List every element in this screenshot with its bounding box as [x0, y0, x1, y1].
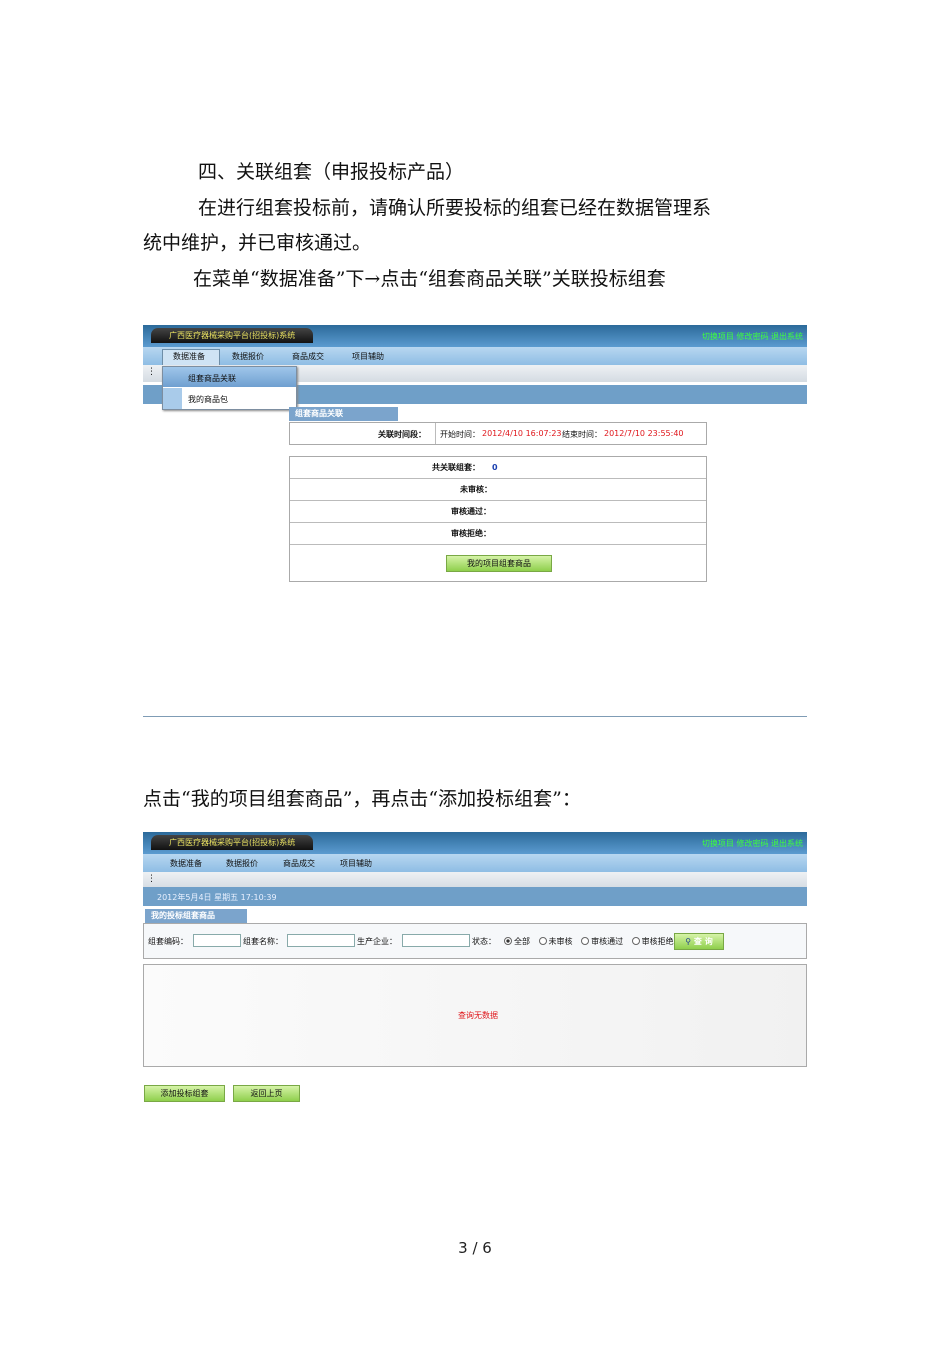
panel-title: 组套商品关联: [289, 407, 398, 421]
back-button[interactable]: 返回上页: [233, 1085, 300, 1102]
paragraph-line: 在进行组套投标前，请确认所要投标的组套已经在数据管理系: [198, 197, 712, 219]
stat-rejected-row: 审核拒绝：: [290, 523, 706, 545]
main-menu: 数据准备 数据报价 商品成交 项目辅助: [143, 854, 807, 872]
menu-deal[interactable]: 商品成交: [292, 351, 324, 362]
status-bar: 2012年5月4日 星期五 17:10:39: [143, 887, 807, 906]
radio-pending[interactable]: [538, 937, 547, 945]
query-button[interactable]: ⚲ 查 询: [674, 933, 724, 950]
paragraph-line: 点击“我的项目组套商品”，再点击“添加投标组套”：: [143, 788, 581, 810]
dropdown-item-package[interactable]: 我的商品包: [163, 388, 296, 409]
paragraph-line: 统中维护，并已审核通过。: [143, 232, 372, 254]
menu-data-quote[interactable]: 数据报价: [226, 858, 258, 869]
time-range-box: 关联时间段： 开始时间： 2012/4/10 16:07:23 结束时间： 20…: [289, 422, 707, 445]
search-icon: ⚲: [685, 937, 692, 946]
page-number: 3 / 6: [458, 1239, 492, 1257]
menu-assist[interactable]: 项目辅助: [352, 351, 384, 362]
my-project-package-button[interactable]: 我的项目组套商品: [446, 555, 552, 572]
start-label: 开始时间：: [440, 430, 480, 439]
menu-deal[interactable]: 商品成交: [283, 858, 315, 869]
divider: [143, 716, 807, 717]
end-label: 结束时间：: [562, 430, 602, 439]
panel-title: 我的投标组套商品: [145, 909, 247, 923]
app-header: 广西医疗器械采购平台(招投标)系统 切换项目 修改密码 退出系统: [143, 832, 807, 854]
empty-message: 查询无数据: [458, 1011, 498, 1020]
menu-data-prep[interactable]: 数据准备: [173, 351, 205, 362]
maker-input[interactable]: [402, 934, 470, 947]
time-range-label: 关联时间段：: [378, 430, 426, 439]
search-bar: 组套编码： 组套名称： 生产企业： 状态： 全部 未审核 审核通过 审核拒绝 ⚲…: [143, 923, 807, 959]
menu-dropdown: 组套商品关联 我的商品包: [162, 366, 297, 410]
end-value: 2012/7/10 23:55:40: [604, 429, 684, 438]
date-time: 2012年5月4日 星期五 17:10:39: [157, 893, 277, 902]
main-menu: 数据准备 数据报价 商品成交 项目辅助: [143, 347, 807, 366]
menu-data-prep[interactable]: 数据准备: [170, 858, 202, 869]
stat-approved-row: 审核通过：: [290, 501, 706, 523]
add-bid-package-button[interactable]: 添加投标组套: [144, 1085, 225, 1102]
screenshot-my-packages: 广西医疗器械采购平台(招投标)系统 切换项目 修改密码 退出系统 数据准备 数据…: [143, 832, 807, 1104]
name-input[interactable]: [287, 934, 355, 947]
stat-total-value: 0: [492, 463, 498, 472]
radio-approved[interactable]: [581, 937, 590, 945]
app-title: 广西医疗器械采购平台(招投标)系统: [151, 835, 314, 850]
stats-box: 共关联组套： 0 未审核： 审核通过： 审核拒绝： 我的项目组套商品: [289, 456, 707, 582]
header-links[interactable]: 切换项目 修改密码 退出系统: [702, 838, 803, 849]
menu-data-quote[interactable]: 数据报价: [232, 351, 264, 362]
paragraph-line: 在菜单“数据准备”下→点击“组套商品关联”关联投标组套: [193, 268, 666, 290]
app-header: 广西医疗器械采购平台(招投标)系统 切换项目 修改密码 退出系统: [143, 325, 807, 347]
dropdown-item-association[interactable]: 组套商品关联: [163, 367, 296, 387]
results-area: 查询无数据: [143, 964, 807, 1067]
radio-all[interactable]: [504, 937, 512, 945]
screenshot-association: 广西医疗器械采购平台(招投标)系统 切换项目 修改密码 退出系统 数据准备 数据…: [143, 325, 807, 585]
start-value: 2012/4/10 16:07:23: [482, 429, 562, 438]
stat-pending-row: 未审核：: [290, 479, 706, 501]
status-radio-group[interactable]: 全部 未审核 审核通过 审核拒绝: [498, 936, 674, 947]
header-links[interactable]: 切换项目 修改密码 退出系统: [702, 331, 803, 342]
app-title: 广西医疗器械采购平台(招投标)系统: [151, 328, 314, 343]
section-heading: 四、关联组套（申报投标产品）: [198, 161, 465, 183]
radio-rejected[interactable]: [631, 937, 640, 945]
code-input[interactable]: [193, 934, 241, 947]
stat-total-row: 共关联组套： 0: [290, 457, 706, 479]
menu-assist[interactable]: 项目辅助: [340, 858, 372, 869]
